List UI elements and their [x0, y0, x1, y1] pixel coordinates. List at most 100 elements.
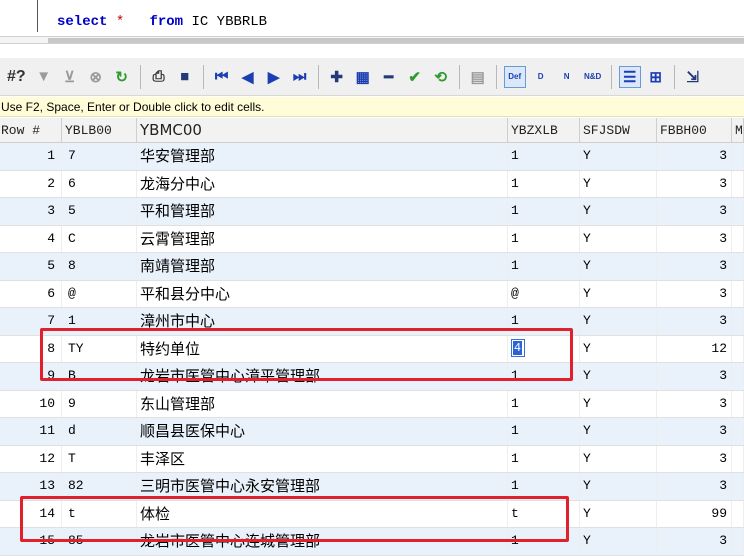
- cell-fbbh00[interactable]: 3: [657, 253, 732, 280]
- column-header-row-num[interactable]: Row #: [0, 118, 62, 142]
- n-and-d-icon[interactable]: N&D: [582, 66, 604, 88]
- cell-yblb00[interactable]: @: [62, 280, 137, 307]
- cell-ybmc00[interactable]: 龙岩市医管中心连城管理部: [137, 528, 508, 555]
- clear-filter-icon[interactable]: ⊻: [59, 66, 81, 88]
- cancel-icon[interactable]: ⊗: [85, 66, 107, 88]
- cell-more[interactable]: [732, 308, 744, 335]
- cell-more[interactable]: [732, 225, 744, 252]
- print-icon[interactable]: ⎙: [148, 66, 170, 88]
- cell-yblb00[interactable]: 85: [62, 528, 137, 555]
- cell-more[interactable]: [732, 418, 744, 445]
- cell-sfjsdw[interactable]: Y: [580, 170, 657, 197]
- table-row[interactable]: 11 d 顺昌县医保中心 1 Y 3: [0, 418, 744, 446]
- next-record-icon[interactable]: ▶: [263, 66, 285, 88]
- first-record-icon[interactable]: ⏮: [211, 66, 233, 88]
- cell-fbbh00[interactable]: 3: [657, 170, 732, 197]
- table-row[interactable]: 5 8 南靖管理部 1 Y 3: [0, 253, 744, 281]
- cell-editor-input[interactable]: 4: [511, 339, 525, 358]
- cell-sfjsdw[interactable]: Y: [580, 418, 657, 445]
- table-row[interactable]: 12 T 丰泽区 1 Y 3: [0, 445, 744, 473]
- column-header-fbbh00[interactable]: FBBH00: [657, 118, 732, 142]
- cell-more[interactable]: [732, 528, 744, 555]
- cell-yblb00[interactable]: d: [62, 418, 137, 445]
- cell-ybmc00[interactable]: 特约单位: [137, 335, 508, 362]
- delete-record-icon[interactable]: ━: [378, 66, 400, 88]
- cell-yblb00[interactable]: B: [62, 363, 137, 390]
- post-edit-icon[interactable]: ✔: [404, 66, 426, 88]
- table-row[interactable]: 10 9 东山管理部 1 Y 3: [0, 390, 744, 418]
- cell-ybzxlb[interactable]: 1: [508, 528, 580, 555]
- cell-ybzxlb[interactable]: 1: [508, 418, 580, 445]
- table-row[interactable]: 9 B 龙岩市医管中心漳平管理部 1 Y 3: [0, 363, 744, 391]
- cell-fbbh00[interactable]: 12: [657, 335, 732, 362]
- cell-ybmc00[interactable]: 平和管理部: [137, 198, 508, 225]
- cell-ybmc00[interactable]: 东山管理部: [137, 390, 508, 417]
- cell-fbbh00[interactable]: 3: [657, 390, 732, 417]
- sql-editor[interactable]: select * from IC YBBRLB: [0, 0, 744, 44]
- find-button[interactable]: #?: [4, 66, 29, 88]
- cell-ybzxlb[interactable]: 1: [508, 308, 580, 335]
- cell-ybzxlb[interactable]: 1: [508, 363, 580, 390]
- column-header-yblb00[interactable]: YBLB00: [62, 118, 137, 142]
- cell-fbbh00[interactable]: 3: [657, 445, 732, 472]
- cell-fbbh00[interactable]: 3: [657, 418, 732, 445]
- cell-sfjsdw[interactable]: Y: [580, 363, 657, 390]
- table-row[interactable]: 14 t 体检 t Y 99: [0, 500, 744, 528]
- cell-ybmc00[interactable]: 云霄管理部: [137, 225, 508, 252]
- cell-more[interactable]: [732, 390, 744, 417]
- cell-more[interactable]: [732, 473, 744, 500]
- cell-yblb00[interactable]: TY: [62, 335, 137, 362]
- cell-sfjsdw[interactable]: Y: [580, 445, 657, 472]
- n-icon[interactable]: N: [556, 66, 578, 88]
- cell-fbbh00[interactable]: 99: [657, 500, 732, 527]
- cell-more[interactable]: [732, 253, 744, 280]
- cell-sfjsdw[interactable]: Y: [580, 253, 657, 280]
- cell-fbbh00[interactable]: 3: [657, 528, 732, 555]
- cell-more[interactable]: [732, 143, 744, 170]
- cell-sfjsdw[interactable]: Y: [580, 225, 657, 252]
- cell-fbbh00[interactable]: 3: [657, 473, 732, 500]
- cell-ybmc00[interactable]: 体检: [137, 500, 508, 527]
- cell-fbbh00[interactable]: 3: [657, 143, 732, 170]
- table-row[interactable]: 2 6 龙海分中心 1 Y 3: [0, 170, 744, 198]
- cell-ybzxlb[interactable]: 1: [508, 198, 580, 225]
- column-header-ybmc00[interactable]: YBMC00: [137, 118, 508, 142]
- cell-sfjsdw[interactable]: Y: [580, 528, 657, 555]
- export-icon[interactable]: ⇲: [682, 66, 704, 88]
- table-row[interactable]: 3 5 平和管理部 1 Y 3: [0, 198, 744, 226]
- column-header-ybzxlb[interactable]: YBZXLB: [508, 118, 580, 142]
- cell-sfjsdw[interactable]: Y: [580, 143, 657, 170]
- cell-more[interactable]: [732, 363, 744, 390]
- cell-more[interactable]: [732, 335, 744, 362]
- grid-view-icon[interactable]: ☰: [618, 65, 641, 88]
- cell-fbbh00[interactable]: 3: [657, 198, 732, 225]
- cell-ybmc00[interactable]: 龙岩市医管中心漳平管理部: [137, 363, 508, 390]
- cell-sfjsdw[interactable]: Y: [580, 198, 657, 225]
- cell-yblb00[interactable]: t: [62, 500, 137, 527]
- cell-more[interactable]: [732, 198, 744, 225]
- cell-sfjsdw[interactable]: Y: [580, 500, 657, 527]
- cell-ybzxlb[interactable]: 1: [508, 445, 580, 472]
- filter-icon[interactable]: ▼: [33, 66, 55, 88]
- table-row[interactable]: 13 82 三明市医管中心永安管理部 1 Y 3: [0, 473, 744, 501]
- cell-fbbh00[interactable]: 3: [657, 363, 732, 390]
- table-row[interactable]: 15 85 龙岩市医管中心连城管理部 1 Y 3: [0, 528, 744, 556]
- column-header-sfjsdw[interactable]: SFJSDW: [580, 118, 657, 142]
- cell-sfjsdw[interactable]: Y: [580, 473, 657, 500]
- table-row[interactable]: 7 1 漳州市中心 1 Y 3: [0, 308, 744, 336]
- cell-ybmc00[interactable]: 漳州市中心: [137, 308, 508, 335]
- cell-fbbh00[interactable]: 3: [657, 225, 732, 252]
- cell-ybzxlb[interactable]: 4: [508, 335, 580, 362]
- cell-yblb00[interactable]: T: [62, 445, 137, 472]
- cell-yblb00[interactable]: 7: [62, 143, 137, 170]
- cell-yblb00[interactable]: 82: [62, 473, 137, 500]
- cell-sfjsdw[interactable]: Y: [580, 308, 657, 335]
- cell-yblb00[interactable]: 6: [62, 170, 137, 197]
- form-view-icon[interactable]: ⊞: [645, 66, 667, 88]
- editor-horizontal-scrollbar[interactable]: [0, 36, 744, 44]
- cell-sfjsdw[interactable]: Y: [580, 335, 657, 362]
- table-row[interactable]: 8 TY 特约单位 4 Y 12: [0, 335, 744, 363]
- cell-more[interactable]: [732, 445, 744, 472]
- cell-ybmc00[interactable]: 华安管理部: [137, 143, 508, 170]
- memo-icon[interactable]: ▤: [467, 66, 489, 88]
